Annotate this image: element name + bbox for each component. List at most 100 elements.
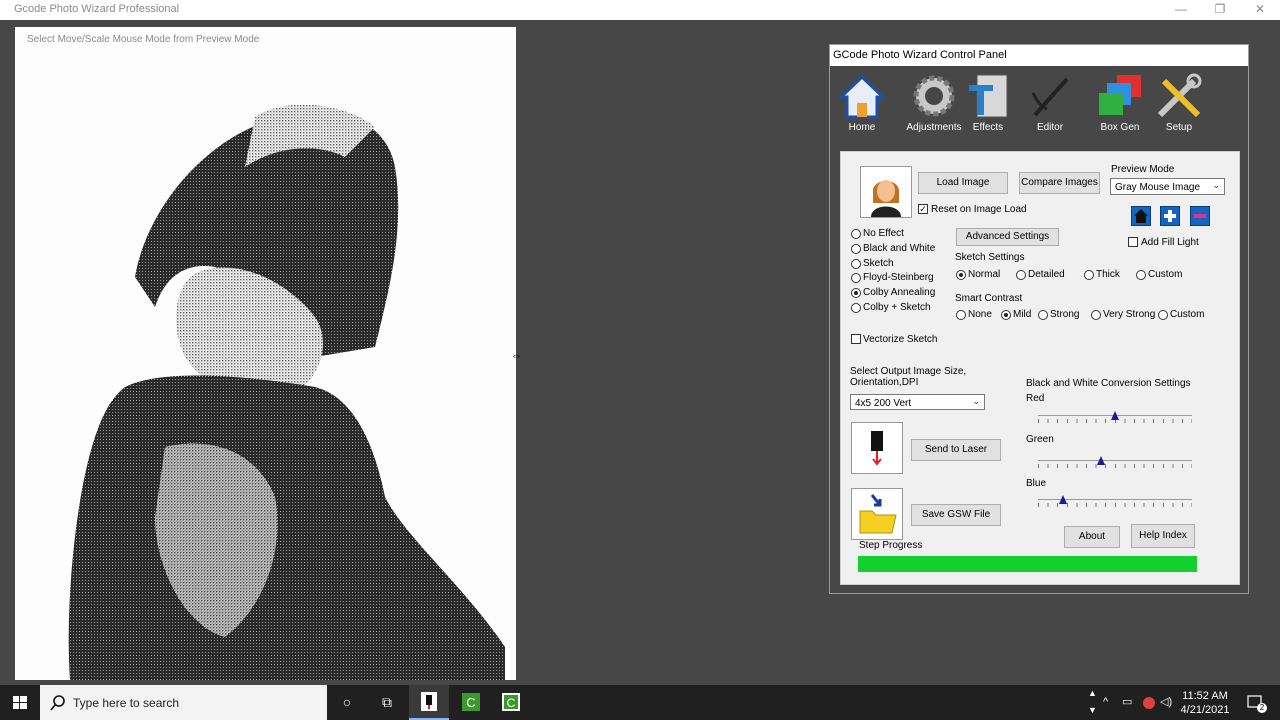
effect-radio-colby-sketch[interactable] (851, 303, 861, 313)
load-image-avatar[interactable] (860, 166, 912, 218)
start-button[interactable] (0, 685, 40, 720)
contrast-radio-strong[interactable] (1038, 310, 1048, 320)
window-titlebar: Gcode Photo Wizard Professional — ❐ ✕ (0, 0, 1280, 20)
sketch-radio-thick[interactable] (1084, 270, 1094, 280)
taskbar-app-camtasia-2[interactable]: C (491, 685, 531, 720)
search-icon (50, 695, 65, 711)
taskbar-clock[interactable]: 11:52 AM 4/21/2021 (1180, 689, 1230, 717)
taskbar-app-camtasia-1[interactable]: C (451, 685, 491, 720)
home-mode-button[interactable] (1131, 206, 1151, 226)
preview-mode-select[interactable]: Gray Mouse Image ⌄ (1110, 178, 1225, 195)
notifications-icon[interactable]: 2 (1245, 685, 1267, 720)
toolbar-setup-button[interactable]: Setup (1147, 73, 1211, 143)
reset-on-load-label: Reset on Image Load (931, 204, 1027, 215)
sketch-settings-label: Sketch Settings (955, 252, 1025, 263)
contrast-radio-none[interactable] (956, 310, 966, 320)
photo-wizard-app-icon (421, 692, 437, 711)
taskbar-search-box[interactable]: Type here to search (40, 685, 327, 720)
output-size-label: Select Output Image Size, Orientation,DP… (850, 366, 967, 388)
green-slider-label: Green (1026, 434, 1054, 445)
load-image-button[interactable]: Load Image (918, 172, 1008, 194)
blue-slider[interactable] (1038, 495, 1192, 511)
contrast-radio-custom[interactable] (1158, 310, 1168, 320)
control-panel-title: GCode Photo Wizard Control Panel (830, 45, 1248, 66)
volume-icon[interactable]: ◁) (1160, 685, 1176, 720)
plus-icon (1164, 210, 1176, 222)
folder-icon (859, 494, 897, 534)
red-slider-thumb[interactable] (1111, 411, 1119, 420)
green-slider[interactable] (1038, 456, 1192, 472)
cortana-icon[interactable]: ○ (327, 685, 367, 720)
effect-radio-sketch[interactable] (851, 259, 861, 269)
output-size-select[interactable]: 4x5 200 Vert ⌄ (850, 394, 985, 410)
zoom-out-button[interactable] (1190, 206, 1210, 226)
clock-time: 11:52 AM (1182, 690, 1228, 702)
step-progress-bar (858, 556, 1197, 572)
taskbar-app-photo-wizard[interactable] (409, 685, 449, 720)
contrast-radio-mild[interactable] (1001, 310, 1011, 320)
effect-radio-no-effect[interactable] (851, 229, 861, 239)
svg-text:C: C (466, 695, 475, 710)
restore-button[interactable]: ❐ (1200, 0, 1240, 20)
red-slider[interactable] (1038, 411, 1192, 427)
camtasia-app-icon: C (462, 693, 480, 711)
control-panel: GCode Photo Wizard Control Panel Home Ad… (829, 44, 1249, 594)
sketch-radio-normal[interactable] (956, 270, 966, 280)
step-progress-label: Step Progress (859, 540, 923, 551)
toolbar-home-button[interactable]: Home (830, 73, 894, 143)
image-preview[interactable]: Select Move/Scale Mouse Mode from Previe… (15, 27, 516, 680)
add-fill-light-label: Add Fill Light (1141, 237, 1199, 248)
sketch-radio-detailed[interactable] (1016, 270, 1026, 280)
chevron-down-icon: ⌄ (972, 396, 980, 406)
sketch-photo-girl (68, 104, 505, 680)
svg-text:C: C (507, 696, 516, 710)
resize-cursor-icon: ⇔ (511, 350, 522, 362)
help-index-button[interactable]: Help Index (1131, 524, 1195, 548)
bw-conversion-label: Black and White Conversion Settings (1026, 378, 1191, 389)
chevron-down-icon: ⌄ (1212, 180, 1220, 190)
about-button[interactable]: About (1064, 526, 1120, 548)
tools-icon (1157, 73, 1202, 118)
windows-logo-icon (13, 696, 27, 709)
network-icon[interactable]: ▭ (1122, 685, 1138, 720)
minimize-button[interactable]: — (1161, 0, 1201, 20)
compare-images-button[interactable]: Compare Images (1019, 172, 1100, 194)
green-slider-thumb[interactable] (1097, 456, 1106, 465)
effect-radio-black-and-white[interactable] (851, 244, 861, 254)
preview-mode-label: Preview Mode (1111, 164, 1175, 175)
add-fill-light-checkbox[interactable] (1128, 237, 1138, 247)
laser-icon-box[interactable] (851, 422, 903, 474)
minus-icon (1194, 214, 1206, 218)
effect-radio-colby-annealing[interactable] (851, 288, 861, 298)
toolbar-effects-button[interactable]: Effects (956, 73, 1020, 143)
zoom-in-button[interactable] (1160, 206, 1180, 226)
app-tray-icon[interactable] (1141, 685, 1157, 720)
scroll-arrows-icon[interactable]: ▲ ▼ (1086, 685, 1100, 720)
toolbar-editor-button[interactable]: Editor (1018, 73, 1082, 143)
send-to-laser-button[interactable]: Send to Laser (911, 439, 1001, 461)
window-title: Gcode Photo Wizard Professional (14, 3, 180, 15)
contrast-radio-very-strong[interactable] (1091, 310, 1101, 320)
save-gsw-button[interactable]: Save GSW File (911, 504, 1001, 526)
reset-on-load-checkbox[interactable]: ✓ (918, 204, 928, 214)
pen-icon (1031, 77, 1069, 117)
clock-date: 4/21/2021 (1180, 704, 1230, 716)
red-slider-label: Red (1026, 393, 1045, 404)
close-button[interactable]: ✕ (1240, 0, 1280, 20)
blue-slider-label: Blue (1026, 478, 1047, 489)
gear-icon (913, 75, 955, 117)
advanced-settings-button[interactable]: Advanced Settings (956, 228, 1059, 246)
task-view-icon[interactable]: ⧉ (367, 685, 407, 720)
show-hidden-icons-icon[interactable]: ^ (1103, 685, 1117, 720)
sketch-radio-custom[interactable] (1136, 270, 1146, 280)
vectorize-sketch-checkbox[interactable] (851, 334, 861, 344)
save-icon-box[interactable] (851, 488, 903, 540)
camtasia-app-icon: C (502, 693, 520, 711)
effects-icon (969, 74, 1008, 118)
blue-slider-thumb[interactable] (1058, 495, 1067, 504)
effect-radio-floyd-steinberg[interactable] (851, 273, 861, 283)
toolbar-box-gen-button[interactable]: Box Gen (1088, 73, 1152, 143)
taskbar: Type here to search ○ ⧉ C C ▲ ▼ ^ ▭ ◁) 1… (0, 685, 1280, 720)
search-placeholder: Type here to search (73, 696, 180, 710)
vectorize-sketch-label: Vectorize Sketch (863, 334, 938, 345)
